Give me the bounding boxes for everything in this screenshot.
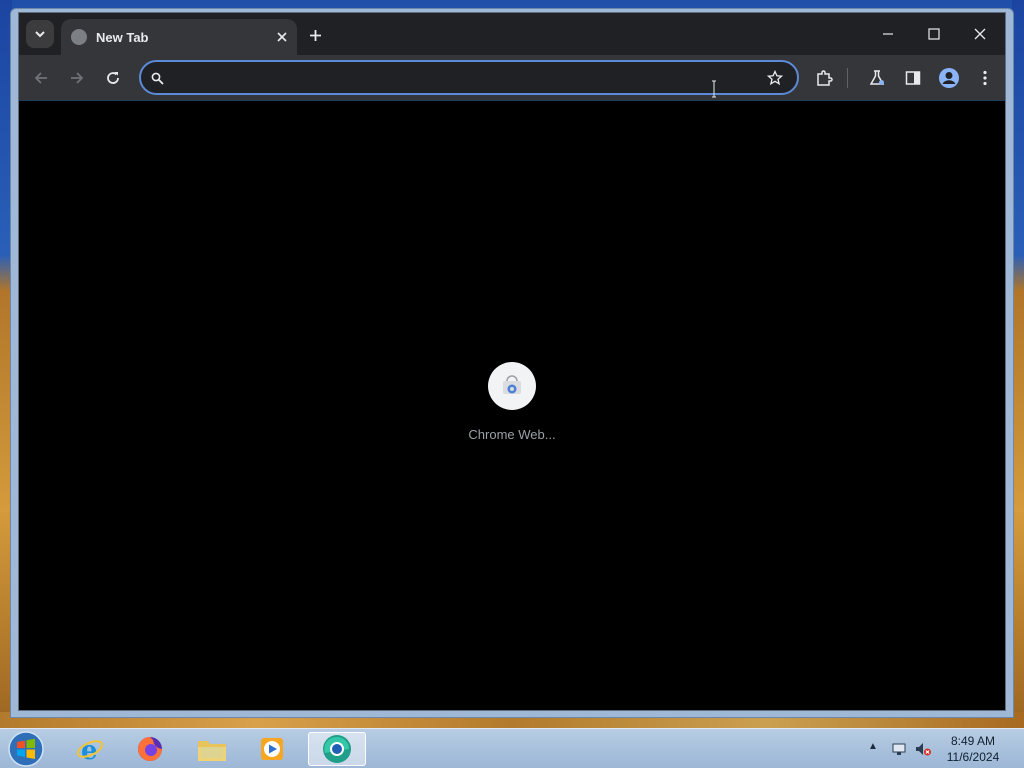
tab-strip: New Tab (19, 13, 1005, 55)
toolbar (19, 55, 1005, 101)
volume-muted-icon[interactable] (914, 740, 932, 758)
new-tab-page: Chrome Web... (19, 102, 1005, 710)
chrome-icon (323, 735, 351, 763)
puzzle-icon (817, 70, 833, 86)
reload-button[interactable] (102, 67, 124, 89)
address-bar[interactable] (139, 60, 799, 95)
maximize-icon (928, 28, 940, 40)
shortcut-label: Chrome Web... (468, 427, 556, 442)
minimize-button[interactable] (877, 23, 899, 45)
browser-window: New Tab Chrome Web... (10, 8, 1014, 718)
tab-close-button[interactable] (273, 28, 291, 46)
forward-button[interactable] (66, 67, 88, 89)
network-icon[interactable] (890, 740, 908, 758)
firefox-icon (138, 737, 162, 761)
maximize-button[interactable] (923, 23, 945, 45)
toolbar-separator (847, 68, 848, 88)
chevron-down-icon (35, 31, 45, 38)
minimize-icon (883, 33, 893, 35)
search-icon (149, 70, 165, 86)
address-input[interactable] (173, 68, 733, 88)
close-icon (277, 32, 287, 42)
taskbar-internet-explorer[interactable]: e (64, 732, 116, 766)
close-icon (974, 28, 986, 40)
back-button[interactable] (30, 67, 52, 89)
flask-icon (869, 70, 885, 85)
taskbar-media-player[interactable] (246, 732, 298, 766)
new-tab-button[interactable] (305, 25, 325, 45)
side-panel-icon (905, 71, 921, 85)
avatar-icon (939, 68, 959, 88)
globe-icon (71, 29, 87, 45)
media-player-icon (261, 738, 283, 760)
arrow-left-icon (34, 72, 47, 84)
taskbar-chrome[interactable] (308, 732, 366, 766)
svg-text:e: e (81, 736, 98, 764)
more-vert-icon (983, 70, 987, 86)
profile-button[interactable] (938, 67, 960, 89)
taskbar-file-explorer[interactable] (186, 732, 238, 766)
tab-search-button[interactable] (26, 20, 54, 48)
taskbar-firefox[interactable] (124, 732, 176, 766)
bookmark-star-button[interactable] (765, 68, 785, 88)
clock-date: 11/6/2024 (946, 750, 1000, 764)
windows-logo-icon (8, 731, 44, 767)
reload-icon (107, 72, 119, 84)
start-button[interactable] (6, 731, 46, 767)
star-icon (767, 70, 783, 86)
menu-button[interactable] (974, 67, 996, 89)
text-cursor-icon (712, 80, 716, 98)
labs-button[interactable] (866, 67, 888, 89)
browser-frame: New Tab Chrome Web... (18, 12, 1006, 711)
plus-icon (309, 29, 321, 41)
internet-explorer-icon: e (76, 736, 104, 764)
clock-time: 8:49 AM (950, 734, 996, 748)
tab-title: New Tab (96, 30, 149, 45)
extensions-button[interactable] (813, 67, 835, 89)
chrome-web-store-icon (503, 375, 521, 394)
shortcut-tile[interactable]: Chrome Web... (457, 362, 567, 442)
show-hidden-icons-button[interactable]: ▲ (868, 741, 878, 752)
taskbar: e ▲ 8:49 AM 11/6/2024 (0, 728, 1024, 768)
system-clock[interactable]: 8:49 AM 11/6/2024 (940, 733, 1006, 765)
folder-icon (198, 741, 226, 761)
arrow-right-icon (71, 72, 84, 84)
shortcut-favicon (488, 362, 536, 410)
side-panel-button[interactable] (902, 67, 924, 89)
tab-new-tab[interactable]: New Tab (61, 19, 297, 55)
close-window-button[interactable] (969, 23, 991, 45)
